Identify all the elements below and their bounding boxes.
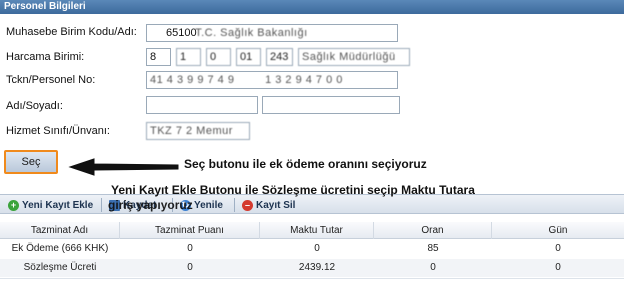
cell-oran: 0 — [430, 262, 436, 273]
column-header[interactable]: Gün — [492, 222, 624, 239]
harcama-label: Harcama Birimi: — [6, 51, 85, 63]
ad-field[interactable] — [146, 96, 258, 114]
table-row[interactable]: Ek Ödeme (666 KHK) 0 0 85 0 — [0, 240, 624, 258]
tckn-label: Tckn/Personel No: — [6, 74, 96, 86]
add-icon: + — [8, 199, 19, 211]
delete-record-button[interactable]: – Kayıt Sil — [242, 197, 295, 213]
refresh-label: Yenile — [194, 199, 223, 211]
adsoyad-label: Adı/Soyadı: — [6, 100, 63, 112]
column-header[interactable]: Maktu Tutar — [260, 222, 374, 239]
select-button[interactable]: Seç — [4, 150, 58, 174]
cell-maktu-tutar: 2439.12 — [298, 262, 336, 273]
grid-toolbar: + Yeni Kayıt Ekle Kaydet ↻ Yenile – Kayı… — [0, 194, 624, 214]
delete-icon: – — [242, 199, 253, 211]
harcama-seg5[interactable]: 243 — [266, 48, 293, 66]
harcama-name[interactable]: Sağlık Müdürlüğü — [298, 48, 410, 66]
column-header[interactable]: Oran — [374, 222, 492, 239]
new-record-label: Yeni Kayıt Ekle — [22, 199, 94, 211]
harcama-seg1[interactable]: 8 — [146, 48, 171, 66]
toolbar-divider — [234, 198, 235, 212]
annotation-new-record-2: giriş yapıyoruz — [108, 198, 193, 212]
annotation-select: Seç butonu ile ek ödeme oranını seçiyoru… — [184, 157, 427, 171]
muhasebe-field[interactable]: 65100 T.C. Sağlık Bakanlığı — [146, 24, 398, 42]
panel-title: Personel Bilgileri — [0, 0, 624, 14]
cell-tazminat-puani: 0 — [187, 243, 193, 254]
personel-no-value: 1 3 2 9 4 7 0 0 — [265, 74, 343, 86]
cell-oran: 85 — [427, 243, 439, 254]
toolbar-divider — [101, 198, 102, 212]
muhasebe-name: T.C. Sağlık Bakanlığı — [195, 27, 308, 39]
cell-tazminat-puani: 0 — [187, 262, 193, 273]
delete-record-label: Kayıt Sil — [256, 199, 296, 211]
muhasebe-label: Muhasebe Birim Kodu/Adı: — [6, 26, 137, 38]
hizmet-label: Hizmet Sınıfı/Ünvanı: — [6, 125, 110, 137]
annotation-new-record-1: Yeni Kayıt Ekle Butonu ile Sözleşme ücre… — [111, 183, 475, 197]
left-arrow-annotation-icon — [68, 158, 179, 176]
column-header[interactable]: Tazminat Adı — [0, 222, 120, 239]
tckn-field[interactable]: 41 4 3 9 9 7 4 9 1 3 2 9 4 7 0 0 — [146, 71, 398, 89]
cell-tazminat-adi: Sözleşme Ücreti — [23, 262, 97, 273]
table-row[interactable]: Sözleşme Ücreti 0 2439.12 0 0 — [0, 259, 624, 277]
tckn-value: 41 4 3 9 9 7 4 9 — [150, 74, 235, 86]
grid-header: Tazminat Adı Tazminat Puanı Maktu Tutar … — [0, 222, 624, 239]
harcama-seg3[interactable]: 0 — [206, 48, 231, 66]
muhasebe-code: 65100 — [166, 27, 197, 39]
cell-gun: 0 — [555, 243, 561, 254]
new-record-button[interactable]: + Yeni Kayıt Ekle — [8, 197, 93, 213]
cell-tazminat-adi: Ek Ödeme (666 KHK) — [11, 243, 109, 254]
hizmet-field[interactable]: TKZ 7 2 Memur — [146, 122, 250, 140]
soyad-field[interactable] — [262, 96, 400, 114]
column-header[interactable]: Tazminat Puanı — [120, 222, 260, 239]
harcama-seg4[interactable]: 01 — [236, 48, 261, 66]
grid-bottom-divider — [0, 278, 624, 279]
cell-gun: 0 — [555, 262, 561, 273]
cell-maktu-tutar: 0 — [314, 243, 320, 254]
harcama-seg2[interactable]: 1 — [176, 48, 201, 66]
